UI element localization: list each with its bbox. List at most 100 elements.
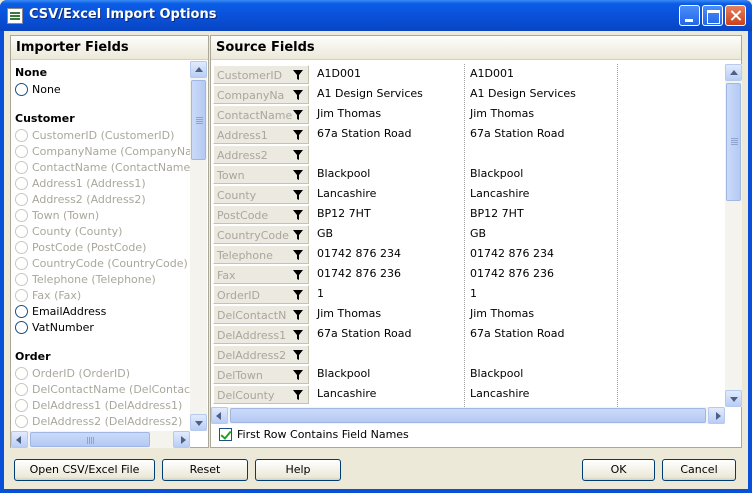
importer-field-option: Telephone (Telephone) — [15, 271, 190, 287]
filter-icon[interactable] — [293, 110, 303, 120]
source-field-mapping[interactable]: PostCode — [213, 205, 309, 224]
radio-button — [15, 128, 28, 142]
filter-icon[interactable] — [293, 70, 303, 80]
source-field-name: CountryCode — [217, 229, 289, 242]
filter-icon[interactable] — [293, 230, 303, 240]
help-button[interactable]: Help — [255, 459, 341, 481]
source-field-name: PostCode — [217, 209, 269, 222]
importer-field-option: PostCode (PostCode) — [15, 239, 190, 255]
source-vertical-scrollbar[interactable] — [725, 64, 742, 407]
source-field-mapping[interactable]: CustomerID — [213, 65, 309, 84]
source-field-mapping[interactable]: County — [213, 185, 309, 204]
source-field-name: DelCounty — [217, 389, 275, 402]
sample-value-cell: 01742 876 236 — [317, 267, 401, 280]
source-field-mapping[interactable]: Town — [213, 165, 309, 184]
filter-icon[interactable] — [293, 90, 303, 100]
importer-field-option[interactable]: VatNumber — [15, 319, 190, 335]
source-horizontal-scrollbar[interactable] — [211, 407, 725, 424]
source-field-mapping[interactable]: OrderID — [213, 285, 309, 304]
filter-icon[interactable] — [293, 330, 303, 340]
source-field-mapping[interactable]: ContactName — [213, 105, 309, 124]
scroll-thumb[interactable] — [726, 83, 741, 201]
filter-icon[interactable] — [293, 350, 303, 360]
sample-value-cell: Jim Thomas — [470, 107, 535, 120]
window-title: CSV/Excel Import Options — [29, 7, 217, 22]
importer-field-option[interactable]: EmailAddress — [15, 303, 190, 319]
importer-field-label: VatNumber — [32, 320, 94, 334]
sample-value-cell — [464, 344, 617, 364]
filter-icon[interactable] — [293, 290, 303, 300]
importer-field-option: Fax (Fax) — [15, 287, 190, 303]
importer-field-label: CompanyName (CompanyNa — [32, 144, 190, 158]
source-field-mapping[interactable]: Telephone — [213, 245, 309, 264]
sample-value-cell: 67a Station Road — [317, 127, 412, 140]
source-field-mapping[interactable]: DelAddress2 — [213, 345, 309, 364]
sample-value-cell: A1 Design Services — [317, 87, 423, 100]
scroll-right-button[interactable] — [173, 431, 190, 448]
scroll-right-button[interactable] — [708, 407, 725, 424]
maximize-button[interactable] — [702, 5, 723, 26]
first-row-field-names-checkbox[interactable] — [219, 428, 232, 441]
sample-value-cell: 67a Station Road — [317, 327, 412, 340]
scroll-down-button[interactable] — [190, 414, 207, 431]
scroll-thumb-horizontal[interactable] — [230, 408, 706, 423]
importer-field-label: CustomerID (CustomerID) — [32, 128, 175, 142]
source-field-mapping[interactable]: DelCounty — [213, 385, 309, 404]
title-bar[interactable]: CSV/Excel Import Options — [0, 0, 752, 31]
filter-icon[interactable] — [293, 150, 303, 160]
scroll-thumb[interactable] — [191, 80, 206, 160]
scroll-down-button[interactable] — [725, 390, 742, 407]
minimize-button[interactable] — [679, 5, 700, 26]
source-field-mapping[interactable]: CountryCode — [213, 225, 309, 244]
source-field-name: OrderID — [217, 289, 260, 302]
radio-button[interactable] — [15, 304, 28, 318]
sample-value-cell: 01742 876 236 — [470, 267, 554, 280]
open-file-button[interactable]: Open CSV/Excel File — [14, 459, 155, 481]
scroll-left-button[interactable] — [211, 407, 228, 424]
cancel-button[interactable]: Cancel — [662, 459, 736, 481]
source-field-mapping[interactable]: Address2 — [213, 145, 309, 164]
source-field-mapping[interactable]: DelTown — [213, 365, 309, 384]
close-button[interactable] — [725, 5, 746, 26]
radio-button[interactable] — [15, 320, 28, 334]
importer-field-label: Town (Town) — [32, 208, 100, 222]
first-row-field-names-option[interactable]: First Row Contains Field Names — [219, 428, 409, 441]
dialog-client: Importer Fields None None Customer Customer… — [4, 31, 748, 489]
filter-icon[interactable] — [293, 190, 303, 200]
importer-vertical-scrollbar[interactable] — [190, 61, 207, 431]
source-field-mapping[interactable]: DelContactN — [213, 305, 309, 324]
radio-button — [15, 398, 28, 412]
sample-value-cell: Jim Thomas — [317, 107, 382, 120]
scroll-up-button[interactable] — [725, 64, 742, 81]
filter-icon[interactable] — [293, 210, 303, 220]
sample-value-cell: Blackpool — [470, 367, 524, 380]
ok-button[interactable]: OK — [582, 459, 655, 481]
importer-field-label: Address2 (Address2) — [32, 192, 146, 206]
importer-field-option[interactable]: None — [15, 81, 190, 97]
scroll-up-button[interactable] — [190, 61, 207, 78]
filter-icon[interactable] — [293, 130, 303, 140]
radio-button — [15, 256, 28, 270]
source-field-mapping[interactable]: Address1 — [213, 125, 309, 144]
source-field-mapping[interactable]: CompanyNa — [213, 85, 309, 104]
reset-button[interactable]: Reset — [162, 459, 248, 481]
source-field-mapping[interactable]: DelAddress1 — [213, 325, 309, 344]
importer-fields-heading: Importer Fields — [11, 36, 208, 60]
scroll-thumb-horizontal[interactable] — [30, 432, 150, 447]
filter-icon[interactable] — [293, 270, 303, 280]
importer-horizontal-scrollbar[interactable] — [11, 431, 190, 448]
filter-icon[interactable] — [293, 390, 303, 400]
source-field-name: Town — [217, 169, 245, 182]
radio-button[interactable] — [15, 82, 28, 96]
source-field-row: DelCounty Lancashire Lancashire — [211, 384, 723, 404]
filter-icon[interactable] — [293, 310, 303, 320]
sample-value-cell: 01742 876 234 — [470, 247, 554, 260]
sample-value-cell: GB — [470, 227, 487, 240]
filter-icon[interactable] — [293, 250, 303, 260]
scroll-left-button[interactable] — [11, 431, 28, 448]
filter-icon[interactable] — [293, 370, 303, 380]
filter-icon[interactable] — [293, 170, 303, 180]
source-field-row: CustomerID A1D001 A1D001 — [211, 64, 723, 84]
sample-value-cell — [464, 144, 617, 164]
source-field-mapping[interactable]: Fax — [213, 265, 309, 284]
